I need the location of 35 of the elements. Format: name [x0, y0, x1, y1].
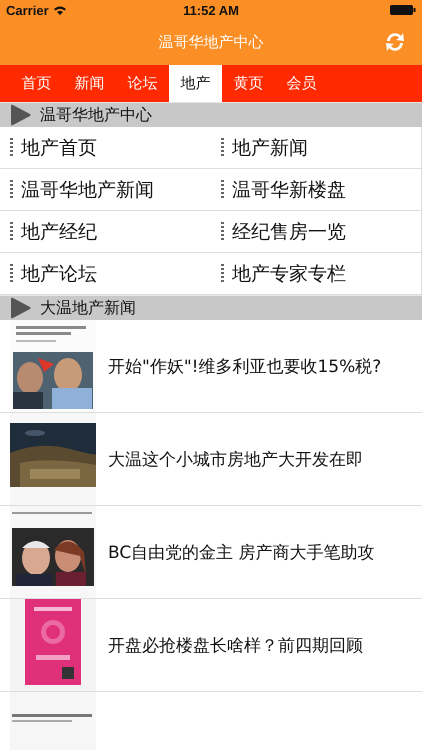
- news-headline[interactable]: 开盘必抢楼盘长啥样？前四期回顾: [108, 634, 363, 656]
- menu-link[interactable]: 地产新闻: [232, 134, 308, 160]
- nav-tab[interactable]: 论坛: [116, 65, 169, 102]
- menu-link[interactable]: 经纪售房一览: [232, 218, 346, 244]
- menu-link[interactable]: 地产专家专栏: [232, 260, 346, 286]
- clock-time: 11:52 AM: [183, 2, 239, 18]
- menu-link[interactable]: 温哥华地产新闻: [21, 176, 154, 202]
- grip-icon: [10, 138, 13, 158]
- nav-tab[interactable]: 首页: [10, 65, 63, 102]
- grip-icon: [221, 138, 224, 158]
- menu-link[interactable]: 温哥华新楼盘: [232, 176, 346, 202]
- grip-icon: [221, 180, 224, 200]
- grip-icon: [221, 222, 224, 242]
- play-icon: [8, 296, 32, 320]
- carrier-label: Carrier: [6, 2, 49, 18]
- section-title: 温哥华地产中心: [40, 104, 152, 126]
- play-icon: [8, 103, 32, 127]
- menu-link[interactable]: 地产首页: [21, 134, 97, 160]
- nav-title: 温哥华地产中心: [158, 33, 264, 52]
- grip-icon: [221, 264, 224, 284]
- wifi-icon: [52, 4, 67, 16]
- nav-tab[interactable]: 会员: [275, 65, 328, 102]
- section-title: 大温地产新闻: [40, 298, 136, 318]
- news-headline[interactable]: BC自由党的金主 房产商大手笔助攻: [108, 540, 375, 564]
- grip-icon: [10, 222, 13, 242]
- nav-tab[interactable]: 黄页: [222, 65, 275, 102]
- grip-icon: [10, 264, 13, 284]
- news-headline[interactable]: 开始"作妖"!维多利亚也要收15%税?: [108, 354, 382, 378]
- battery-icon: [390, 5, 416, 15]
- nav-tab[interactable]: 地产: [169, 65, 222, 102]
- menu-link[interactable]: 地产经纪: [21, 218, 97, 244]
- news-headline[interactable]: 大温这个小城市房地产大开发在即: [108, 448, 363, 470]
- grip-icon: [10, 180, 13, 200]
- menu-link[interactable]: 地产论坛: [21, 260, 97, 286]
- nav-tab[interactable]: 新闻: [63, 65, 116, 102]
